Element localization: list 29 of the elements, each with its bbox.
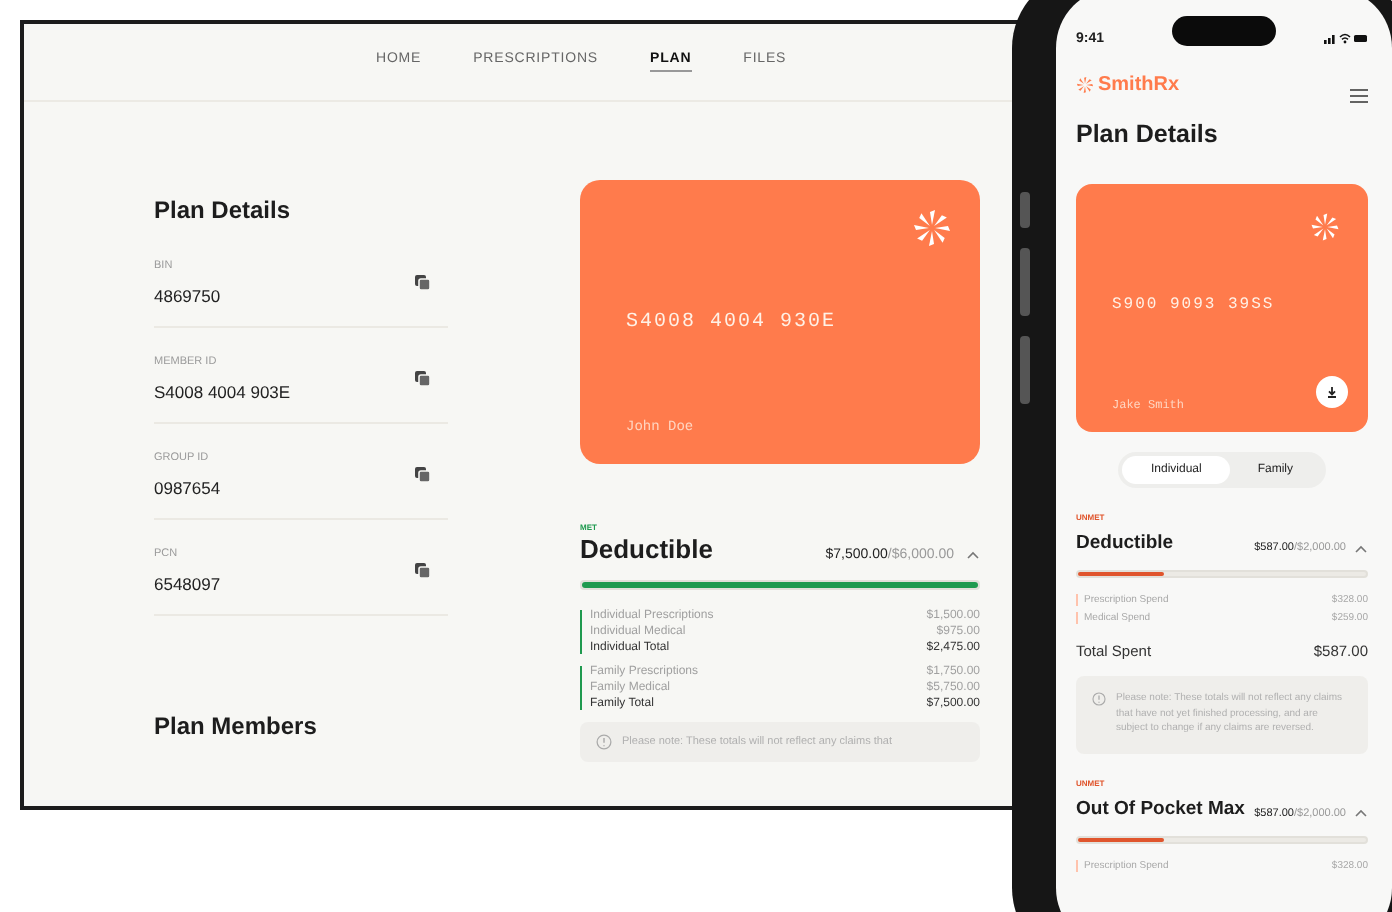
status-icons [1324,32,1368,44]
menu-icon[interactable] [1350,88,1368,104]
chevron-up-icon[interactable] [966,550,980,560]
section-title: Deductible [580,534,713,564]
chevron-up-icon[interactable] [1354,808,1368,818]
field-value: 4869750 [154,286,221,306]
section-title: Out Of Pocket Max [1076,797,1245,819]
dynamic-island [1172,16,1276,46]
info-icon [596,734,612,750]
info-icon [1092,692,1106,706]
copy-icon[interactable] [414,274,432,292]
copy-icon[interactable] [414,562,432,580]
pinwheel-icon [912,208,952,248]
section-title: Deductible [1076,532,1174,554]
copy-icon[interactable] [414,370,432,388]
section-heading: Plan Members [154,712,319,740]
card-number: S900 9093 39SS [1112,296,1277,314]
field-value: S4008 4004 903E [154,382,291,402]
download-icon [1326,386,1338,398]
page-title: Plan Details [1076,120,1220,148]
field-value: 6548097 [154,574,221,594]
download-button[interactable] [1316,376,1348,408]
logo: SmithRx [1076,73,1180,95]
copy-icon[interactable] [414,466,432,484]
chevron-up-icon[interactable] [1354,543,1368,553]
pinwheel-icon [1310,212,1340,242]
section-heading: Plan Details [154,196,293,224]
card-number: S4008 4004 930E [626,312,839,334]
field-value: 0987654 [154,478,221,498]
